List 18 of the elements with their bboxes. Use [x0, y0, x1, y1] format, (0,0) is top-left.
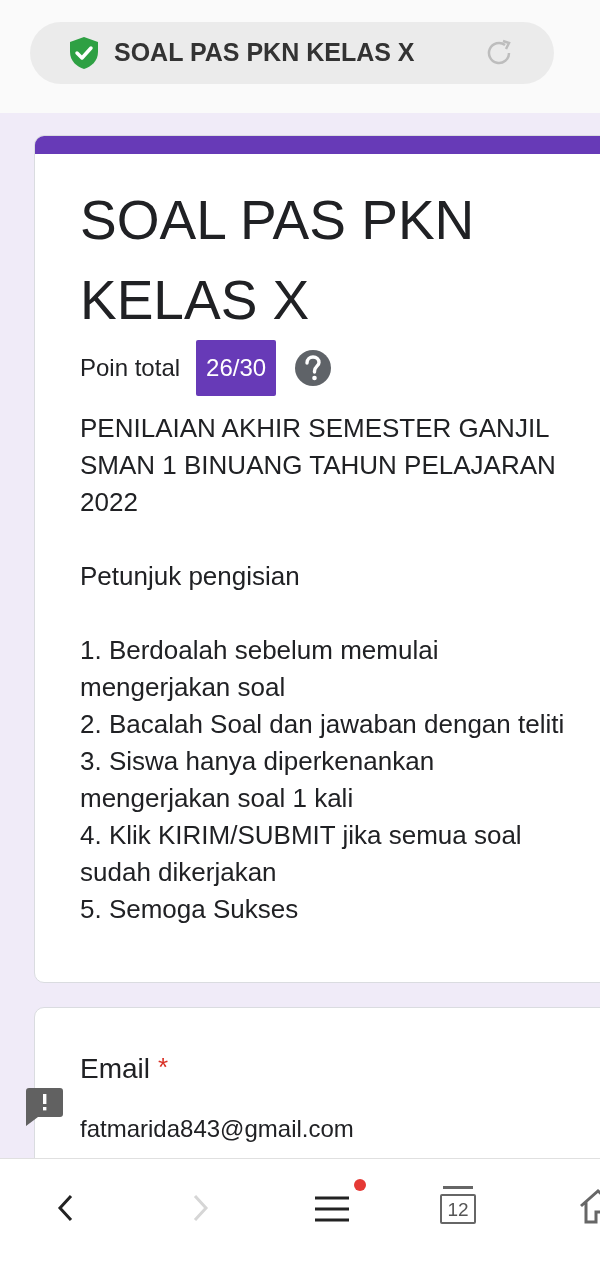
instruction-text: 5. Semoga Sukses — [80, 893, 300, 926]
points-label: Poin total — [80, 353, 181, 383]
question-label: Email — [80, 1052, 150, 1086]
form-title: SOAL PAS PKN KELAS X — [80, 188, 476, 333]
feedback-icon[interactable] — [26, 1088, 63, 1126]
address-bar[interactable]: SOAL PAS PKN KELAS X — [30, 22, 554, 84]
menu-icon[interactable] — [314, 1195, 350, 1223]
score-badge: 26/30 — [196, 340, 277, 396]
description-text: PENILAIAN AKHIR SEMESTER GANJIL SMAN 1 BINUANG TAHUN PELAJARAN 2022 — [80, 412, 557, 519]
email-value: fatmarida843@gmail.com — [80, 1114, 355, 1144]
page-title: SOAL PAS PKN KELAS X — [114, 37, 416, 69]
instruction-text: 2. Bacalah Soal dan jawaban dengan teliti — [80, 708, 566, 741]
help-icon[interactable] — [294, 349, 333, 387]
instruction-text: 4. Klik KIRIM/SUBMIT jika semua soal sudah dikerjakan — [80, 819, 523, 889]
description-text: Petunjuk pengisian — [80, 560, 301, 593]
instruction-text: 1. Berdoalah sebelum memulai mengerjakan soal — [80, 634, 440, 704]
required-asterisk: * — [158, 1051, 169, 1084]
instruction-text: 3. Siswa hanya diperkenankan mengerjakan soal 1 kali — [80, 745, 436, 815]
